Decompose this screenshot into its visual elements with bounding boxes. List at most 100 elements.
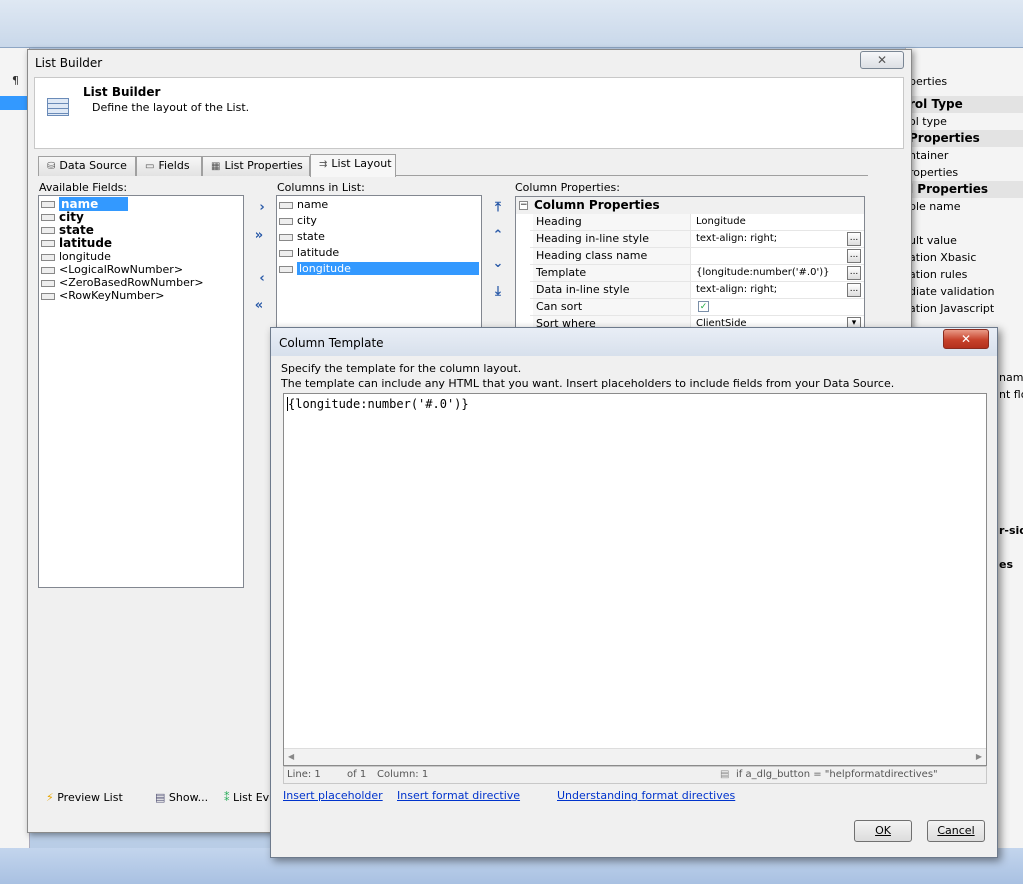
column-item[interactable]: name bbox=[279, 198, 479, 211]
property-row[interactable]: Can sort ✓ bbox=[530, 299, 864, 316]
field-icon bbox=[41, 279, 55, 287]
close-button[interactable]: ✕ bbox=[860, 51, 904, 69]
property-value[interactable]: {longitude:number('#.0')} bbox=[694, 265, 844, 281]
move-top-button[interactable]: ⤒ bbox=[489, 200, 507, 216]
scroll-right-icon[interactable]: ▶ bbox=[976, 752, 982, 761]
ellipsis-button[interactable]: ... bbox=[847, 249, 861, 263]
available-field-item[interactable]: <RowKeyNumber> bbox=[41, 289, 241, 302]
ellipsis-button[interactable]: ... bbox=[847, 232, 861, 246]
property-row: ble name bbox=[909, 200, 961, 213]
property-row[interactable]: Heading class name... bbox=[530, 248, 864, 265]
add-all-button[interactable]: » bbox=[250, 228, 268, 244]
tab-strip: ⛁ Data Source ▭ Fields ▦ List Properties ⇉ L… bbox=[38, 154, 868, 177]
property-name: Heading in-line style bbox=[533, 231, 691, 247]
property-name: Data in-line style bbox=[533, 282, 691, 298]
dialog-description: Specify the template for the column layo… bbox=[281, 362, 522, 375]
tab-fields[interactable]: ▭ Fields bbox=[136, 156, 202, 176]
property-row[interactable]: Heading Longitude bbox=[530, 214, 864, 231]
property-row: Properties bbox=[906, 130, 1023, 147]
header-panel: List Builder Define the layout of the Li… bbox=[34, 77, 904, 149]
property-value[interactable]: text-align: right; bbox=[694, 282, 844, 298]
property-value[interactable] bbox=[694, 248, 844, 264]
property-row: ntainer bbox=[909, 149, 949, 162]
property-row: l Properties bbox=[906, 181, 1023, 198]
property-row: ult value bbox=[909, 234, 957, 247]
available-field-item[interactable]: latitude bbox=[41, 237, 241, 250]
horizontal-scrollbar[interactable]: ◀ ▶ bbox=[284, 748, 986, 765]
insert-format-directive-link[interactable]: Insert format directive bbox=[397, 789, 520, 802]
checkbox-check-icon[interactable]: ✓ bbox=[698, 301, 709, 312]
property-row: ol type bbox=[909, 115, 947, 128]
tab-list-layout[interactable]: ⇉ List Layout bbox=[310, 154, 396, 177]
available-field-item[interactable]: longitude bbox=[41, 250, 241, 263]
ellipsis-button[interactable]: ... bbox=[847, 283, 861, 297]
database-icon: ⛁ bbox=[47, 161, 56, 172]
ellipsis-button[interactable]: ... bbox=[847, 266, 861, 280]
status-right: if a_dlg_button = "helpformatdirectives" bbox=[736, 769, 938, 780]
property-name: Template bbox=[533, 265, 691, 281]
field-icon bbox=[41, 292, 55, 300]
show-button[interactable]: ▤ Show... bbox=[155, 791, 208, 804]
columns-list[interactable]: name city state latitude longitude bbox=[276, 195, 482, 335]
property-value[interactable]: text-align: right; bbox=[694, 231, 844, 247]
property-row[interactable]: Data in-line style text-align: right;... bbox=[530, 282, 864, 299]
understanding-format-directives-link[interactable]: Understanding format directives bbox=[557, 789, 735, 802]
column-item[interactable]: longitude bbox=[279, 262, 479, 275]
events-icon: ⁑ bbox=[224, 791, 230, 804]
available-field-item[interactable]: <ZeroBasedRowNumber> bbox=[41, 276, 241, 289]
available-fields-list[interactable]: name city state latitude longitude <LogicalRo… bbox=[38, 195, 244, 588]
property-row: roperties bbox=[909, 166, 959, 179]
field-name: city bbox=[59, 210, 84, 224]
cancel-button[interactable]: Cancel bbox=[927, 820, 985, 842]
property-name: Can sort bbox=[533, 299, 691, 315]
property-row: ation Javascript bbox=[909, 302, 995, 315]
collapse-icon[interactable]: − bbox=[519, 201, 528, 210]
tab-list-properties[interactable]: ▦ List Properties bbox=[202, 156, 310, 176]
status-of: of 1 bbox=[347, 769, 367, 780]
field-icon bbox=[279, 217, 293, 225]
property-row: ation Xbasic bbox=[909, 251, 977, 264]
template-text[interactable]: {longitude:number('#.0')} bbox=[288, 397, 469, 411]
property-fragment: es bbox=[999, 558, 1014, 571]
move-up-button[interactable]: ⌃ bbox=[489, 228, 507, 244]
field-icon bbox=[41, 253, 55, 261]
preview-list-button[interactable]: ⚡ Preview List bbox=[46, 791, 123, 804]
scroll-left-icon[interactable]: ◀ bbox=[288, 752, 294, 761]
properties-icon: ▦ bbox=[211, 161, 221, 172]
properties-group-header[interactable]: − Column Properties bbox=[516, 197, 864, 214]
column-item[interactable]: state bbox=[279, 230, 479, 243]
property-row[interactable]: Template {longitude:number('#.0')}... bbox=[530, 265, 864, 282]
column-item[interactable]: city bbox=[279, 214, 479, 227]
insert-placeholder-link[interactable]: Insert placeholder bbox=[283, 789, 383, 802]
ok-button[interactable]: OK bbox=[854, 820, 912, 842]
column-item[interactable]: latitude bbox=[279, 246, 479, 259]
dialog-close-button[interactable]: ✕ bbox=[943, 329, 989, 349]
add-field-button[interactable]: › bbox=[253, 200, 271, 216]
status-line: Line: 1 bbox=[287, 769, 321, 780]
field-name: <RowKeyNumber> bbox=[59, 289, 165, 302]
field-icon bbox=[279, 249, 293, 257]
tab-data-source[interactable]: ⛁ Data Source bbox=[38, 156, 136, 176]
remove-field-button[interactable]: ‹ bbox=[253, 271, 271, 287]
list-icon bbox=[47, 98, 69, 116]
pilcrow-icon: ¶ bbox=[12, 74, 19, 87]
move-bottom-button[interactable]: ⤓ bbox=[489, 284, 507, 300]
field-name: <LogicalRowNumber> bbox=[59, 263, 184, 276]
layout-icon: ⇉ bbox=[319, 159, 328, 170]
property-fragment: name bbox=[999, 371, 1023, 384]
list-events-button[interactable]: ⁑ List Ev bbox=[224, 791, 269, 804]
move-down-button[interactable]: ⌄ bbox=[489, 256, 507, 272]
property-row: rol Type bbox=[906, 96, 1023, 113]
can-sort-checkbox[interactable]: ✓ bbox=[694, 299, 844, 315]
remove-all-button[interactable]: « bbox=[250, 298, 268, 314]
property-fragment: nt floa bbox=[999, 388, 1023, 401]
column-name: name bbox=[297, 198, 329, 211]
template-editor[interactable]: {longitude:number('#.0')} ◀ ▶ bbox=[283, 393, 987, 766]
property-value[interactable]: Longitude bbox=[694, 214, 844, 230]
field-icon bbox=[41, 240, 55, 247]
property-name: Heading class name bbox=[533, 248, 691, 264]
property-row bbox=[906, 215, 1023, 232]
available-field-item[interactable]: <LogicalRowNumber> bbox=[41, 263, 241, 276]
property-row[interactable]: Heading in-line style text-align: right;.… bbox=[530, 231, 864, 248]
property-row: perties bbox=[909, 75, 948, 88]
